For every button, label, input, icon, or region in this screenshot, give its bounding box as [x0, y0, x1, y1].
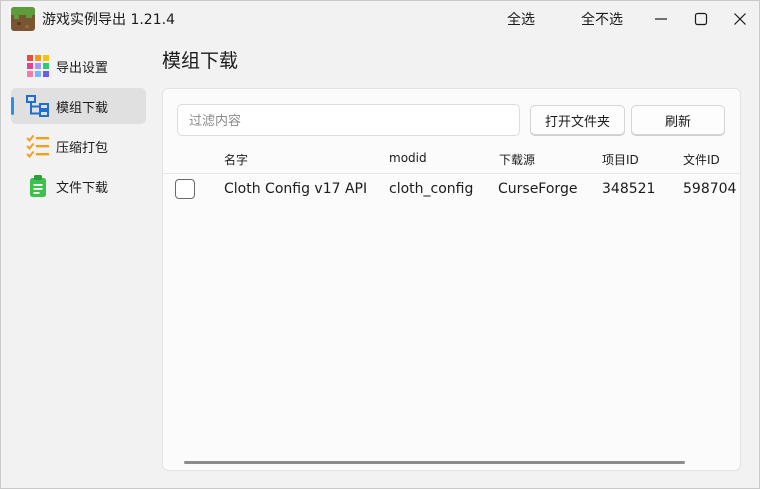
- minimize-button[interactable]: [647, 5, 675, 33]
- export-settings-grid-icon: [27, 55, 49, 77]
- minimize-icon: [655, 18, 667, 20]
- page-title: 模组下载: [162, 50, 239, 72]
- title-bar: 游戏实例导出 1.21.4 全选 全不选: [1, 1, 759, 37]
- header-divider: [163, 173, 740, 174]
- clipboard-icon: [30, 175, 46, 197]
- select-none-button[interactable]: 全不选: [581, 9, 623, 29]
- column-header-modid[interactable]: modid: [389, 151, 427, 165]
- sidebar-item-export-settings[interactable]: 导出设置: [11, 48, 146, 84]
- cell-name: Cloth Config v17 API: [224, 181, 368, 197]
- open-folder-button[interactable]: 打开文件夹: [530, 105, 625, 135]
- mod-download-panel: 打开文件夹 刷新 名字 modid 下载源 项目ID 文件ID Cloth Co…: [162, 88, 741, 471]
- refresh-button[interactable]: 刷新: [631, 105, 725, 135]
- row-checkbox[interactable]: [175, 179, 195, 199]
- sidebar-item-file-download[interactable]: 文件下载: [11, 168, 146, 204]
- cell-modid: cloth_config: [389, 181, 474, 197]
- sidebar-item-label: 文件下载: [56, 181, 109, 196]
- column-header-name[interactable]: 名字: [224, 151, 248, 168]
- sidebar-item-compress-package[interactable]: 压缩打包: [11, 128, 146, 164]
- maximize-icon: [694, 12, 708, 26]
- app-window: 游戏实例导出 1.21.4 全选 全不选 导出设置 模组下载 压缩打包 文件下载…: [0, 0, 760, 489]
- column-header-source[interactable]: 下载源: [499, 151, 535, 168]
- active-indicator: [11, 97, 14, 115]
- sidebar-item-label: 模组下载: [56, 101, 109, 116]
- column-header-file-id[interactable]: 文件ID: [683, 151, 720, 168]
- close-button[interactable]: [726, 5, 754, 33]
- column-header-project-id[interactable]: 项目ID: [602, 151, 639, 168]
- horizontal-scrollbar[interactable]: [184, 461, 685, 464]
- checklist-icon: [26, 134, 49, 158]
- app-title: 游戏实例导出 1.21.4: [42, 12, 175, 28]
- mod-download-tree-icon: [26, 95, 49, 117]
- grass-block-icon: [11, 7, 35, 31]
- select-all-button[interactable]: 全选: [507, 9, 535, 29]
- sidebar-item-label: 导出设置: [56, 61, 109, 76]
- cell-project-id: 348521: [602, 181, 656, 197]
- cell-source: CurseForge: [498, 181, 578, 197]
- cell-file-id: 598704: [683, 181, 737, 197]
- sidebar-item-mod-download[interactable]: 模组下载: [11, 88, 146, 124]
- maximize-button[interactable]: [687, 5, 715, 33]
- filter-input[interactable]: [177, 104, 520, 136]
- sidebar-item-label: 压缩打包: [56, 141, 109, 156]
- close-icon: [734, 13, 746, 25]
